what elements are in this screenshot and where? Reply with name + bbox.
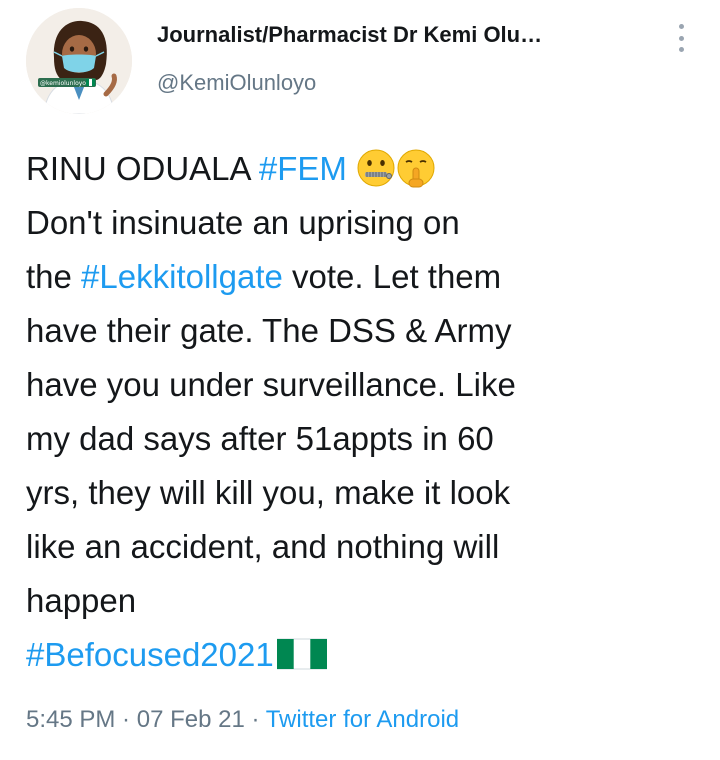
more-dot: [678, 35, 684, 41]
more-vertical-icon[interactable]: [670, 24, 692, 52]
tweet-text: RINU ODUALA: [26, 150, 259, 187]
tweet-line: have you under surveillance. Like: [26, 366, 516, 403]
tweet-meta: 5:45 PM · 07 Feb 21 · Twitter for Androi…: [26, 706, 459, 734]
svg-text:@kemiolunloyo: @kemiolunloyo: [40, 80, 86, 87]
tweet-source-link[interactable]: Twitter for Android: [266, 706, 459, 733]
more-dot: [678, 47, 684, 52]
avatar-illustration: @kemiolunloyo: [26, 8, 132, 114]
shushing-face-emoji: [397, 149, 435, 188]
tweet-line: RINU ODUALA #FEM: [26, 142, 706, 196]
tweet-line: the #Lekkitollgate vote. Let them: [26, 250, 706, 304]
tweet-body: RINU ODUALA #FEM Don't insinuate an upri…: [26, 142, 706, 682]
zipper-mouth-face-emoji: [357, 149, 395, 187]
tweet-text: the: [26, 258, 82, 295]
tweet-line: #Befocused2021: [26, 628, 706, 682]
author-handle[interactable]: @KemiOlunloyo: [157, 70, 316, 96]
hashtag-befocused2021[interactable]: #Befocused2021: [26, 636, 274, 673]
tweet-line: my dad says after 51appts in 60: [26, 420, 494, 457]
meta-separator: ·: [115, 706, 137, 733]
more-dot: [678, 24, 684, 29]
tweet-line: like an accident, and nothing will: [26, 528, 500, 565]
avatar[interactable]: @kemiolunloyo: [26, 8, 132, 114]
meta-separator: ·: [244, 706, 266, 733]
tweet-text: vote. Let them: [282, 258, 502, 295]
tweet-line: have their gate. The DSS & Army: [26, 312, 512, 349]
author-display-name[interactable]: Journalist/Pharmacist Dr Kemi Olu…: [157, 22, 657, 48]
tweet-line: yrs, they will kill you, make it look: [26, 474, 511, 511]
tweet-time: 5:45 PM: [26, 706, 116, 733]
hashtag-lekkitollgate[interactable]: #Lekkitollgate: [81, 258, 283, 295]
hashtag-fem[interactable]: #FEM: [259, 150, 347, 187]
tweet-line: Don't insinuate an uprising on: [26, 204, 460, 241]
tweet-date: 07 Feb 21: [136, 706, 245, 733]
tweet-line: happen: [26, 582, 137, 619]
tweet-header: @kemiolunloyo Journalist/Pharmacist Dr K…: [0, 0, 720, 120]
nigeria-flag-emoji: [276, 638, 327, 670]
